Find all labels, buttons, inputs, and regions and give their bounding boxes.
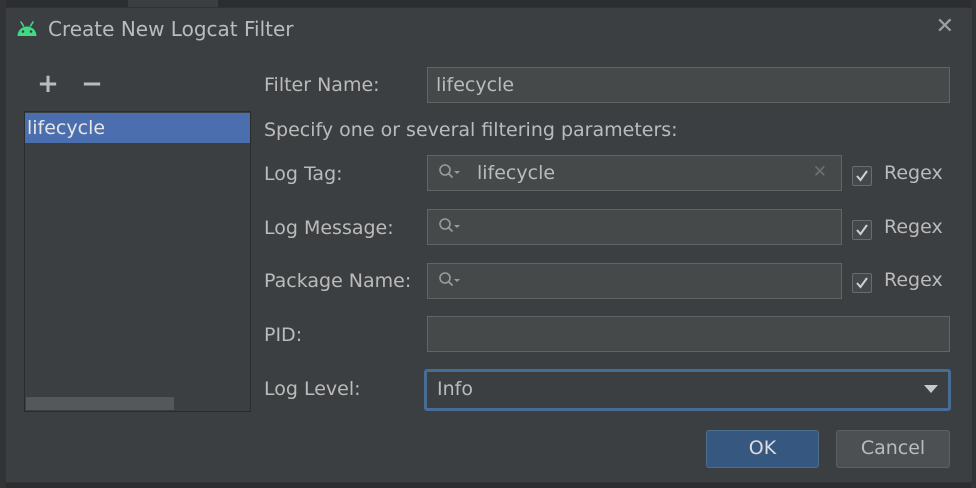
regex-label: Regex (884, 216, 943, 238)
filter-params-hint: Specify one or several filtering paramet… (264, 119, 678, 141)
log-level-select[interactable]: Info (424, 369, 951, 411)
android-icon (16, 19, 38, 39)
filter-list-toolbar: + − (24, 70, 250, 100)
search-icon (438, 271, 462, 291)
checkbox-checked-icon[interactable] (852, 166, 872, 186)
filter-name-field[interactable]: lifecycle (427, 67, 950, 103)
log-level-label: Log Level: (264, 378, 361, 400)
pid-field[interactable] (427, 316, 950, 352)
log-tag-value: lifecycle (477, 162, 556, 184)
remove-filter-button[interactable]: − (80, 70, 104, 98)
regex-label: Regex (884, 269, 943, 291)
chevron-down-icon[interactable] (924, 385, 938, 393)
add-filter-button[interactable]: + (36, 70, 60, 98)
checkbox-checked-icon[interactable] (852, 273, 872, 293)
list-item[interactable]: lifecycle (25, 113, 250, 143)
filter-list[interactable]: lifecycle (24, 111, 251, 412)
package-name-field[interactable] (427, 263, 842, 299)
log-tag-label: Log Tag: (264, 163, 343, 185)
dialog-title: Create New Logcat Filter (48, 17, 294, 41)
dialog-titlebar: Create New Logcat Filter ✕ (6, 8, 972, 50)
log-level-value: Info (437, 378, 473, 400)
log-tag-field[interactable]: lifecycle ✕ (427, 155, 842, 191)
clear-icon[interactable]: ✕ (813, 162, 827, 182)
search-icon (438, 217, 462, 237)
log-message-field[interactable] (427, 209, 842, 245)
ok-button[interactable]: OK (706, 430, 819, 468)
regex-label: Regex (884, 162, 943, 184)
ide-editor-tab (128, 0, 218, 7)
create-logcat-filter-dialog: Create New Logcat Filter ✕ + − lifecycle… (5, 7, 973, 483)
filter-name-value: lifecycle (436, 74, 515, 96)
cancel-button[interactable]: Cancel (836, 430, 950, 468)
horizontal-scrollbar[interactable] (26, 397, 174, 410)
close-icon[interactable]: ✕ (936, 16, 954, 38)
package-name-label: Package Name: (264, 270, 412, 292)
filter-name-label: Filter Name: (264, 74, 380, 96)
log-message-label: Log Message: (264, 217, 394, 239)
search-icon (438, 163, 462, 183)
pid-label: PID: (264, 324, 303, 346)
checkbox-checked-icon[interactable] (852, 220, 872, 240)
